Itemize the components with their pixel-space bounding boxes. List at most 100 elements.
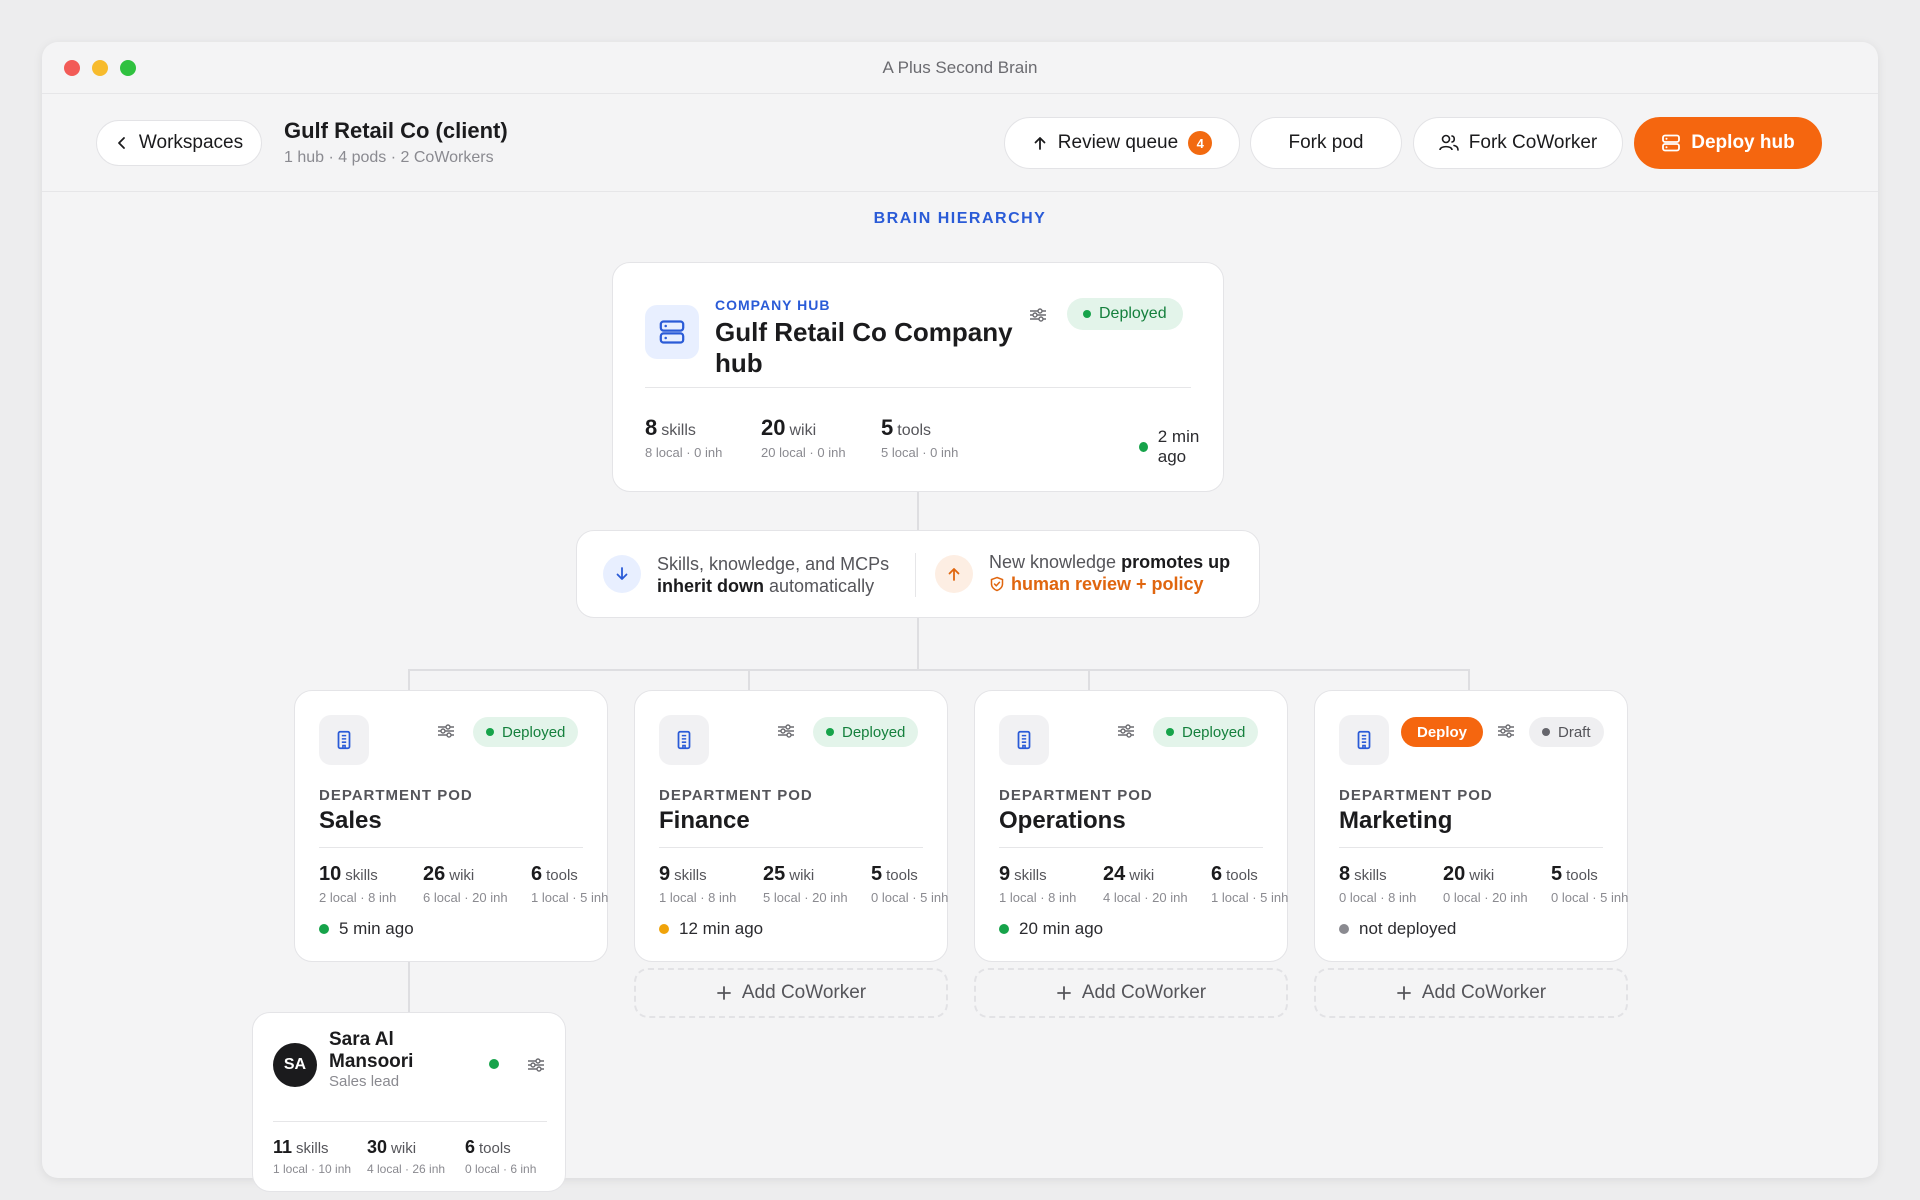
stat-unit: tools (897, 422, 932, 439)
sliders-icon[interactable] (777, 723, 795, 744)
sliders-icon[interactable] (1497, 723, 1515, 744)
stat-number: 9 (659, 863, 671, 885)
pod-stat-wiki: 25 wiki 5 local · 20 inh (763, 863, 848, 905)
status-dot (826, 728, 834, 736)
stat-breakdown: 2 local · 8 inh (319, 890, 397, 905)
workspaces-back-button[interactable]: Workspaces (96, 120, 262, 166)
pod-updated: 20 min ago (999, 919, 1103, 939)
sliders-icon[interactable] (527, 1057, 545, 1078)
pod-stat-skills: 9 skills 1 local · 8 inh (659, 863, 736, 905)
stat-unit: tools (546, 867, 578, 884)
pod-updated: 12 min ago (659, 919, 763, 939)
coworker-stat-skills: 11 skills 1 local · 10 inh (273, 1137, 351, 1176)
connector-line (748, 669, 750, 690)
pod-updated-label: not deployed (1359, 919, 1457, 938)
pod-stat-skills: 9 skills 1 local · 8 inh (999, 863, 1076, 905)
coworker-card[interactable]: SA Sara Al Mansoori Sales lead 11 skills … (252, 1012, 566, 1192)
company-hub-card[interactable]: COMPANY HUB Gulf Retail Co Company hub D… (612, 262, 1224, 492)
sliders-icon[interactable] (437, 723, 455, 744)
sliders-icon[interactable] (1029, 307, 1047, 328)
stat-breakdown: 1 local · 8 inh (999, 890, 1077, 905)
stat-breakdown: 1 local · 10 inh (273, 1162, 352, 1176)
review-queue-label: Review queue (1057, 132, 1179, 153)
coworker-stat-tools: 6 tools 0 local · 6 inh (465, 1137, 536, 1176)
pod-stat-skills: 10 skills 2 local · 8 inh (319, 863, 396, 905)
shield-check-icon (990, 576, 1004, 592)
pod-updated-label: 5 min ago (339, 919, 414, 938)
pod-eyebrow: DEPARTMENT POD (999, 787, 1153, 804)
close-window-button[interactable] (64, 60, 80, 76)
pod-status-badge: Deployed (813, 717, 919, 747)
status-dot (486, 728, 494, 736)
review-count-badge: 4 (1188, 131, 1213, 155)
promote-up-lead: New knowledge (989, 552, 1117, 572)
fork-pod-label: Fork pod (1288, 132, 1364, 153)
stat-unit: tools (1566, 867, 1598, 884)
hub-status-badge: Deployed (1067, 298, 1183, 330)
stat-number: 20 (1443, 863, 1466, 885)
deploy-pod-button[interactable]: Deploy (1401, 717, 1483, 747)
pod-stat-skills: 8 skills 0 local · 8 inh (1339, 863, 1416, 905)
hub-icon-box (645, 305, 699, 359)
stat-number: 6 (531, 863, 543, 885)
pod-card-operations[interactable]: Deployed DEPARTMENT POD Operations 9 skills 1… (974, 690, 1288, 962)
pod-name: Sales (319, 807, 382, 834)
sliders-icon[interactable] (1117, 723, 1135, 744)
building-icon (1353, 729, 1375, 751)
deploy-hub-button[interactable]: Deploy hub (1634, 117, 1822, 169)
status-dot (319, 924, 329, 934)
hub-stat-wiki: 20 wiki 20 local · 0 inh (761, 415, 846, 460)
plus-icon (716, 986, 731, 1000)
status-dot (999, 924, 1009, 934)
promote-up-policy: human review + policy (1011, 574, 1204, 594)
connector-line (917, 492, 919, 530)
stat-number: 9 (999, 863, 1011, 885)
server-icon (1662, 134, 1681, 152)
pod-status-label: Deployed (502, 723, 566, 741)
add-coworker-button-marketing[interactable]: Add CoWorker (1314, 968, 1628, 1018)
hub-updated: 2 min ago (1139, 427, 1223, 467)
pod-stat-tools: 6 tools 1 local · 5 inh (531, 863, 608, 905)
pod-eyebrow: DEPARTMENT POD (659, 787, 813, 804)
pod-status-label: Deployed (1182, 723, 1246, 741)
add-coworker-button-operations[interactable]: Add CoWorker (974, 968, 1288, 1018)
pod-eyebrow: DEPARTMENT POD (319, 787, 473, 804)
stat-unit: skills (1354, 867, 1387, 884)
stat-number: 25 (763, 863, 786, 885)
stat-breakdown: 1 local · 5 inh (1211, 890, 1289, 905)
server-icon (659, 320, 685, 344)
stat-breakdown: 5 local · 0 inh (881, 445, 959, 460)
fork-pod-button[interactable]: Fork pod (1250, 117, 1402, 169)
stat-unit: skills (345, 867, 378, 884)
inherit-down-tail: automatically (769, 576, 875, 596)
connector-line (408, 962, 410, 1012)
pod-stat-wiki: 20 wiki 0 local · 20 inh (1443, 863, 1528, 905)
fork-coworker-button[interactable]: Fork CoWorker (1413, 117, 1623, 169)
pod-updated-label: 20 min ago (1019, 919, 1104, 938)
stat-breakdown: 0 local · 5 inh (871, 890, 949, 905)
workspace-header: Workspaces Gulf Retail Co (client) 1 hub… (42, 94, 1878, 192)
pod-card-sales[interactable]: Deployed DEPARTMENT POD Sales 10 skills 2 loc… (294, 690, 608, 962)
stat-number: 11 (273, 1137, 293, 1157)
connector-line (1088, 669, 1090, 690)
minimize-window-button[interactable] (92, 60, 108, 76)
stat-unit: wiki (1129, 867, 1155, 884)
inherit-down-text: Skills, knowledge, and MCPs inherit down… (657, 553, 889, 597)
pod-divider (319, 847, 583, 848)
promote-up-text: New knowledge promotes up human review +… (989, 551, 1230, 595)
building-icon (333, 729, 355, 751)
add-coworker-button-finance[interactable]: Add CoWorker (634, 968, 948, 1018)
add-coworker-label: Add CoWorker (1081, 982, 1207, 1003)
review-queue-button[interactable]: Review queue 4 (1004, 117, 1240, 169)
pod-name: Finance (659, 807, 750, 834)
maximize-window-button[interactable] (120, 60, 136, 76)
pod-card-finance[interactable]: Deployed DEPARTMENT POD Finance 9 skills 1 lo… (634, 690, 948, 962)
stat-unit: skills (296, 1140, 329, 1157)
stat-breakdown: 4 local · 20 inh (1103, 890, 1188, 905)
pod-card-marketing[interactable]: Deploy Draft DEPARTMENT POD Marketing 8 skill… (1314, 690, 1628, 962)
pod-icon-box (1339, 715, 1389, 765)
stat-number: 8 (1339, 863, 1351, 885)
hub-updated-label: 2 min ago (1157, 427, 1200, 466)
arrow-up-icon (1034, 137, 1046, 150)
stat-number: 24 (1103, 863, 1126, 885)
